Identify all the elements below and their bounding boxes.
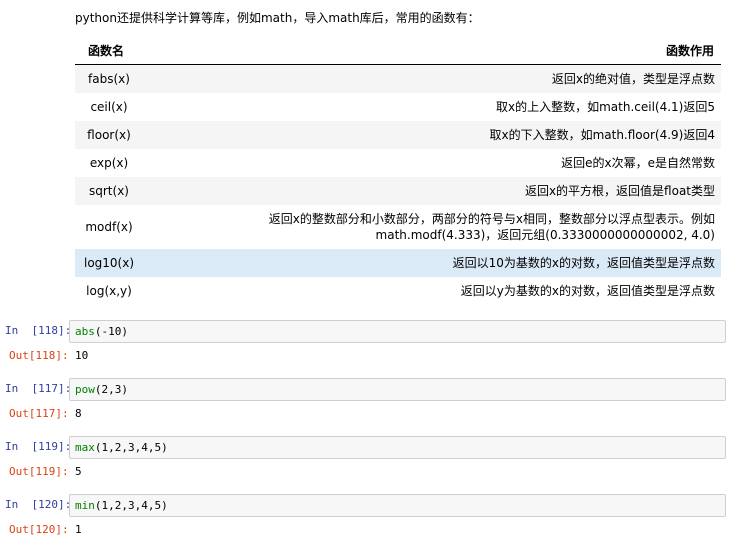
function-description: 返回x的整数部分和小数部分，两部分的符号与x相同，整数部分以浮点型表示。例如ma… <box>268 211 715 242</box>
header-function-name: 函数名 <box>75 37 143 65</box>
table-row: fabs(x) 返回x的绝对值，类型是浮点数 <box>75 64 721 93</box>
function-description: 返回e的x次幂，e是自然常数 <box>561 155 715 170</box>
input-prompt: In [117]: <box>5 382 72 395</box>
builtin-name: min <box>75 499 95 512</box>
code-line: abs(-10) <box>75 325 128 338</box>
builtin-name: max <box>75 441 95 454</box>
function-description: 取x的上入整数，如math.ceil(4.1)返回5 <box>495 99 715 114</box>
builtin-name: abs <box>75 325 95 338</box>
input-prompt: In [120]: <box>5 498 72 511</box>
header-function-purpose: 函数作用 <box>143 37 721 65</box>
code-input[interactable]: min(1,2,3,4,5) <box>69 494 726 517</box>
function-description: 返回以y为基数的x的对数，返回值类型是浮点数 <box>460 283 715 298</box>
function-name: log(x,y) <box>86 283 132 298</box>
table-row: floor(x) 取x的下入整数，如math.floor(4.9)返回4 <box>75 120 721 149</box>
function-description: 返回x的绝对值，类型是浮点数 <box>551 71 715 86</box>
code-input[interactable]: pow(2,3) <box>69 378 726 401</box>
function-name: log10(x) <box>83 255 135 270</box>
output-prompt: Out[120]: <box>9 523 69 536</box>
table-row: modf(x) 返回x的整数部分和小数部分，两部分的符号与x相同，整数部分以浮点… <box>75 205 721 249</box>
function-name: exp(x) <box>89 155 129 170</box>
function-description: 返回x的平方根，返回值是float类型 <box>524 183 715 198</box>
builtin-name: pow <box>75 383 95 396</box>
output-prompt: Out[117]: <box>9 407 69 420</box>
input-prompt: In [119]: <box>5 440 72 453</box>
math-functions-table: 函数名 函数作用 fabs(x) 返回x的绝对值，类型是浮点数 ceil(x) … <box>75 37 721 305</box>
code-line: pow(2,3) <box>75 383 128 396</box>
code-args: (-10) <box>94 325 128 338</box>
markdown-intro: python还提供科学计算等库，例如math，导入math库后，常用的函数有： <box>75 11 480 25</box>
table-row: exp(x) 返回e的x次幂，e是自然常数 <box>75 149 721 177</box>
input-prompt: In [118]: <box>5 324 72 337</box>
code-args: (1,2,3,4,5) <box>94 499 168 512</box>
code-input[interactable]: max(1,2,3,4,5) <box>69 436 726 459</box>
cell-output: 1 <box>75 523 82 536</box>
function-name: ceil(x) <box>90 99 128 114</box>
function-name: sqrt(x) <box>89 183 129 198</box>
function-description: 返回以10为基数的x的对数，返回值类型是浮点数 <box>452 255 715 270</box>
function-name: floor(x) <box>87 127 131 142</box>
code-input[interactable]: abs(-10) <box>69 320 726 343</box>
code-line: min(1,2,3,4,5) <box>75 499 168 512</box>
function-name: fabs(x) <box>88 71 130 86</box>
code-args: (2,3) <box>94 383 128 396</box>
cell-output: 5 <box>75 465 82 478</box>
output-prompt: Out[118]: <box>9 349 69 362</box>
table-row: log10(x) 返回以10为基数的x的对数，返回值类型是浮点数 <box>75 248 721 277</box>
cell-output: 8 <box>75 407 82 420</box>
function-name: modf(x) <box>85 219 133 234</box>
table-row: log(x,y) 返回以y为基数的x的对数，返回值类型是浮点数 <box>75 277 721 305</box>
table-row: ceil(x) 取x的上入整数，如math.ceil(4.1)返回5 <box>75 93 721 121</box>
code-args: (1,2,3,4,5) <box>94 441 168 454</box>
function-description: 取x的下入整数，如math.floor(4.9)返回4 <box>489 127 715 142</box>
output-prompt: Out[119]: <box>9 465 69 478</box>
code-line: max(1,2,3,4,5) <box>75 441 168 454</box>
table-row: sqrt(x) 返回x的平方根，返回值是float类型 <box>75 176 721 205</box>
table-header-row: 函数名 函数作用 <box>75 37 721 65</box>
cell-output: 10 <box>75 349 89 362</box>
